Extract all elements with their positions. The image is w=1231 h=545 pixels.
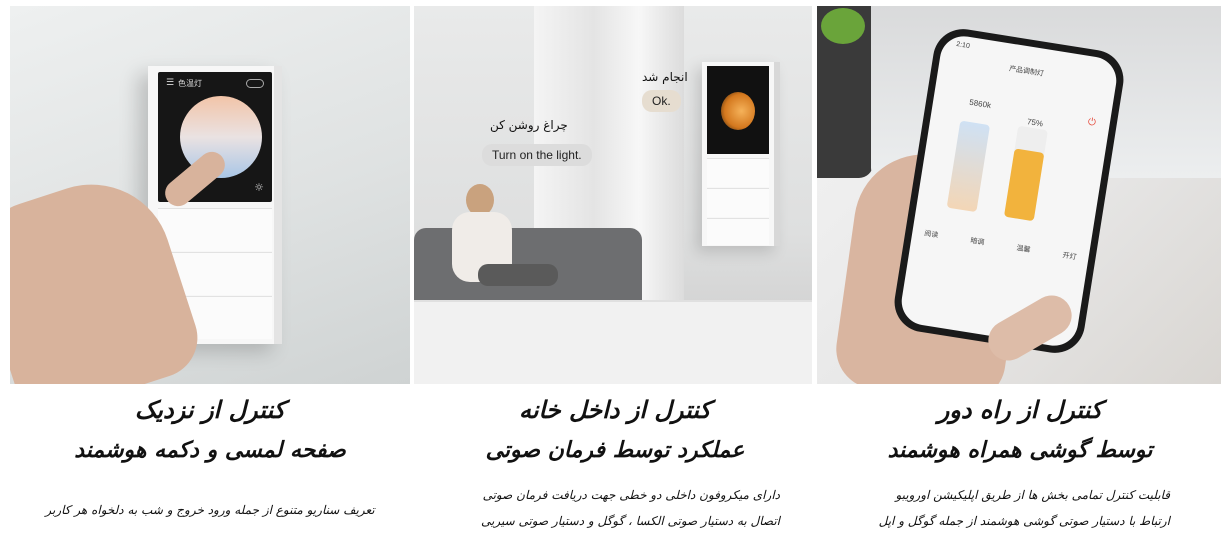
menu-icon: ☰: [166, 78, 175, 88]
panel1-description-1: تعریف سناریو متنوع از جمله ورود خروج و ش…: [45, 503, 375, 517]
panel3-subtitle: توسط گوشی همراه هوشمند: [887, 438, 1153, 463]
power-icon: ⏻: [1086, 116, 1097, 129]
bed: [414, 300, 812, 384]
brightness-fill: [1003, 148, 1045, 222]
panel2-subtitle: عملکرد توسط فرمان صوتی: [485, 438, 745, 463]
touch-switch-photo: ☰ 色温灯 ☼: [10, 6, 410, 384]
switch-key-2: [707, 188, 769, 217]
speech-bubble: Turn on the light.: [482, 144, 592, 166]
panel2-description-1: دارای میکروفون داخلی دو خطی جهت دریافت ف…: [482, 488, 780, 502]
panel2-description-2: اتصال به دستیار صوتی الکسا ، گوگل و دستی…: [480, 514, 780, 528]
mode-button-read[interactable]: 阅读: [924, 228, 939, 240]
switch-key-1: [707, 158, 769, 187]
panel1-subtitle: صفحه لمسی و دکمه هوشمند: [74, 438, 346, 463]
response-bubble: Ok.: [642, 90, 681, 112]
mode-buttons: 阅读 暗调 温馨 开灯: [924, 228, 1078, 262]
color-temp-value: 5860k: [968, 97, 992, 111]
mode-button-warm[interactable]: 温馨: [1016, 243, 1031, 255]
mode-button-on[interactable]: 开灯: [1062, 250, 1077, 262]
light-orb-icon: [721, 92, 755, 130]
plant-pot: [817, 6, 873, 178]
panel3-title: کنترل از راه دور: [937, 396, 1103, 424]
remote-control-photo: 2:10 产品调制灯 ⏻ 5860k 75% 阅读 暗调 温馨 开灯: [817, 6, 1221, 384]
woman-on-sofa: [438, 184, 558, 304]
panel1-title: کنترل از نزدیک: [134, 396, 286, 424]
screen-label: 色温灯: [178, 79, 202, 88]
sun-icon: ☼: [254, 181, 264, 194]
toggle-icon: [246, 79, 264, 88]
color-temp-slider[interactable]: [946, 120, 991, 213]
phone-screen: 2:10 产品调制灯 ⏻ 5860k 75% 阅读 暗调 温馨 开灯: [898, 32, 1120, 350]
voice-control-photo: چراغ روشن کن Turn on the light. انجام شد…: [414, 6, 812, 384]
switch-key-3: [707, 218, 769, 245]
mode-button-dim[interactable]: 暗调: [970, 236, 985, 248]
panel3-description-2: ارتباط با دستیار صوتی گوشی هوشمند از جمل…: [878, 514, 1170, 528]
status-time: 2:10: [955, 40, 971, 51]
switch-key-1: [158, 208, 272, 251]
wall-switch: [702, 62, 780, 246]
panel3-description-1: قابلیت کنترل تمامی بخش ها از طریق اپلیکی…: [895, 488, 1170, 502]
brightness-slider[interactable]: [1003, 125, 1048, 222]
panel2-title: کنترل از داخل خانه: [519, 396, 711, 424]
switch-screen: [707, 66, 769, 154]
response-fa: انجام شد: [642, 70, 688, 84]
speech-command-fa: چراغ روشن کن: [490, 118, 568, 132]
app-title: 产品调制灯: [1008, 65, 1045, 78]
